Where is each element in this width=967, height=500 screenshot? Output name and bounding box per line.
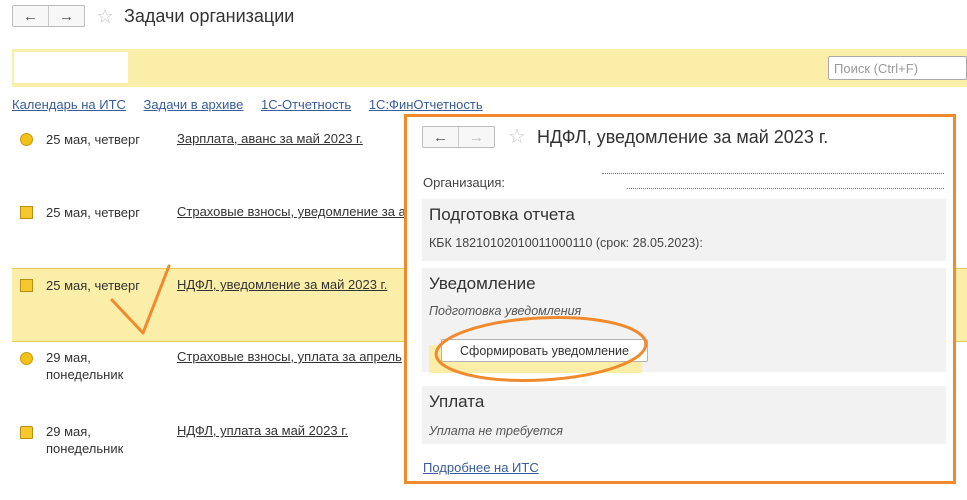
link-1c-finreporting[interactable]: 1С:ФинОтчетность	[369, 97, 483, 112]
task-link[interactable]: НДФЛ, уплата за май 2023 г.	[177, 423, 348, 438]
history-nav: ← →	[12, 5, 85, 27]
popup-forward-button[interactable]: →	[459, 127, 494, 147]
toolbar	[12, 49, 967, 87]
organization-field-underline	[627, 188, 944, 189]
task-date: 25 мая, четверг	[46, 132, 140, 147]
task-link[interactable]: НДФЛ, уведомление за май 2023 г.	[177, 277, 387, 292]
task-date: 29 мая, понедельник	[46, 349, 123, 383]
section-heading: Уплата	[429, 392, 485, 411]
favorite-star-icon[interactable]: ☆	[96, 7, 114, 27]
envelope-icon	[20, 206, 33, 219]
generate-notification-button[interactable]: Сформировать уведомление	[441, 339, 648, 362]
arrow-right-icon: →	[59, 7, 74, 25]
task-date-line1: 29 мая,	[46, 350, 91, 365]
section-payment: Уплата Уплата не требуется	[422, 386, 946, 444]
section-report-prep: Подготовка отчета КБК 182101020100110001…	[422, 199, 946, 261]
popup-title: НДФЛ, уведомление за май 2023 г.	[537, 127, 829, 147]
arrow-right-icon: →	[469, 128, 484, 146]
task-popup: ← → ☆ НДФЛ, уведомление за май 2023 г. О…	[404, 114, 956, 484]
links-bar: Календарь на ИТС Задачи в архиве 1С-Отче…	[12, 97, 497, 112]
popup-back-button[interactable]: ←	[423, 127, 459, 147]
task-date-line2: понедельник	[46, 441, 124, 456]
back-button[interactable]: ←	[13, 6, 49, 26]
notification-status: Подготовка уведомления	[429, 304, 582, 318]
task-date-line2: понедельник	[46, 367, 124, 382]
organization-label: Организация:	[423, 175, 506, 190]
task-date: 25 мая, четверг	[46, 278, 140, 293]
toolbar-blank-field	[14, 52, 128, 83]
bookmark-icon	[20, 426, 33, 439]
coin-icon	[20, 133, 33, 146]
envelope-icon	[20, 279, 33, 292]
task-date: 29 мая, понедельник	[46, 423, 123, 457]
coin-icon	[20, 352, 33, 365]
favorite-star-icon[interactable]: ☆	[508, 127, 526, 147]
section-heading: Уведомление	[429, 274, 536, 293]
arrow-left-icon: ←	[433, 128, 448, 146]
task-link[interactable]: Страховые взносы, уплата за апрель	[177, 349, 402, 364]
search-input[interactable]: Поиск (Ctrl+F)	[828, 56, 967, 80]
organization-field[interactable]	[602, 173, 944, 174]
forward-button[interactable]: →	[49, 6, 84, 26]
task-link[interactable]: Зарплата, аванс за май 2023 г.	[177, 131, 363, 146]
link-1c-reporting[interactable]: 1С-Отчетность	[261, 97, 351, 112]
payment-status: Уплата не требуется	[429, 424, 563, 438]
kbk-text: КБК 18210102010011000110 (срок: 28.05.20…	[429, 236, 703, 250]
section-heading: Подготовка отчета	[429, 205, 575, 224]
more-on-its-link[interactable]: Подробнее на ИТС	[423, 460, 539, 475]
link-tasks-archive[interactable]: Задачи в архиве	[144, 97, 244, 112]
task-date: 25 мая, четверг	[46, 205, 140, 220]
task-link[interactable]: Страховые взносы, уведомление за а	[177, 204, 406, 219]
arrow-left-icon: ←	[23, 7, 38, 25]
task-date-line1: 29 мая,	[46, 424, 91, 439]
page-title: Задачи организации	[124, 6, 295, 26]
popup-history-nav: ← →	[422, 126, 495, 148]
link-its-calendar[interactable]: Календарь на ИТС	[12, 97, 126, 112]
